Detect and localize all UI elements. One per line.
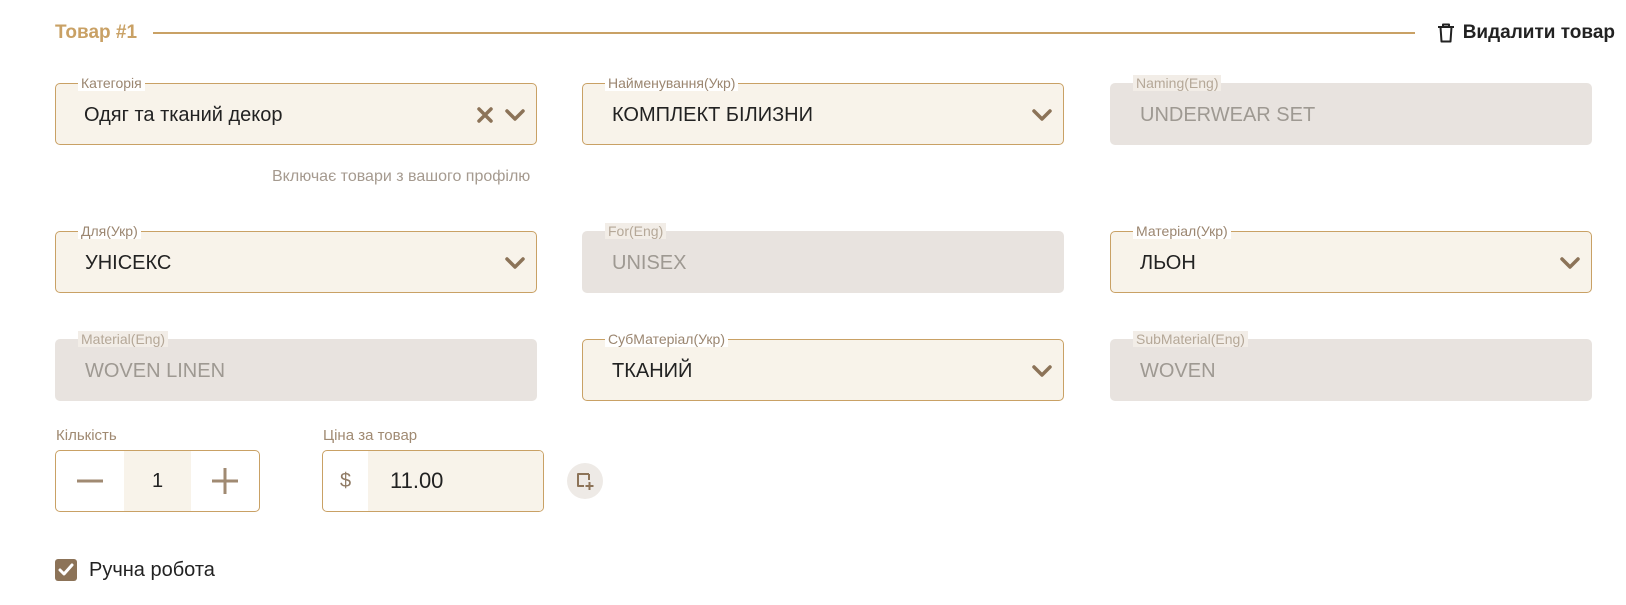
chevron-down-icon[interactable] xyxy=(1031,360,1053,382)
section-divider xyxy=(153,32,1415,34)
price-value[interactable]: 11.00 xyxy=(368,451,543,511)
name-eng-field: Naming(Eng) UNDERWEAR SET xyxy=(1110,75,1592,145)
category-hint: Включає товари з вашого профілю xyxy=(272,168,531,185)
name-eng-value: UNDERWEAR SET xyxy=(1140,104,1316,126)
quantity-stepper: 1 xyxy=(55,450,260,512)
decrement-button[interactable] xyxy=(56,451,124,511)
category-select[interactable]: Категорія Одяг та тканий декор xyxy=(55,75,537,145)
copy-add-icon xyxy=(577,473,594,490)
name-ukr-label: Найменування(Укр) xyxy=(605,75,739,91)
copy-product-button[interactable] xyxy=(567,463,603,499)
price-label: Ціна за товар xyxy=(323,427,418,444)
check-icon xyxy=(58,563,74,576)
name-ukr-value: КОМПЛЕКТ БІЛИЗНИ xyxy=(612,104,813,126)
handmade-checkbox-row[interactable]: Ручна робота xyxy=(55,557,215,583)
for-eng-label: For(Eng) xyxy=(605,223,667,239)
for-ukr-label: Для(Укр) xyxy=(78,223,141,239)
close-icon[interactable] xyxy=(476,106,494,124)
price-input[interactable]: $ 11.00 xyxy=(322,450,544,512)
delete-product-button[interactable]: Видалити товар xyxy=(1437,18,1615,48)
category-value: Одяг та тканий декор xyxy=(84,104,283,126)
material-ukr-value: ЛЬОН xyxy=(1140,252,1196,274)
chevron-down-icon[interactable] xyxy=(1031,104,1053,126)
material-eng-value: WOVEN LINEN xyxy=(85,360,226,382)
submaterial-ukr-label: СубМатеріал(Укр) xyxy=(605,331,728,347)
material-eng-label: Material(Eng) xyxy=(78,331,169,347)
currency-symbol: $ xyxy=(339,469,352,492)
quantity-value[interactable]: 1 xyxy=(124,451,191,511)
minus-icon xyxy=(77,479,103,483)
submaterial-ukr-value: ТКАНИЙ xyxy=(612,360,693,382)
delete-product-label: Видалити товар xyxy=(1462,22,1615,43)
trash-icon xyxy=(1437,23,1454,43)
for-ukr-value: УНІСЕКС xyxy=(85,252,172,274)
material-eng-field: Material(Eng) WOVEN LINEN xyxy=(55,331,537,401)
category-label: Категорія xyxy=(78,75,145,91)
submaterial-eng-value: WOVEN xyxy=(1140,360,1216,382)
product-section-header: Товар #1 Видалити товар xyxy=(55,18,1615,48)
product-title: Товар #1 xyxy=(55,22,138,43)
for-eng-value: UNISEX xyxy=(612,252,687,274)
submaterial-eng-label: SubMaterial(Eng) xyxy=(1133,331,1248,347)
plus-icon xyxy=(212,468,238,494)
quantity-label: Кількість xyxy=(56,427,117,444)
handmade-checkbox[interactable] xyxy=(55,559,77,581)
material-ukr-select[interactable]: Матеріал(Укр) ЛЬОН xyxy=(1110,223,1592,293)
handmade-label: Ручна робота xyxy=(89,558,215,581)
increment-button[interactable] xyxy=(191,451,259,511)
chevron-down-icon[interactable] xyxy=(504,252,526,274)
chevron-down-icon[interactable] xyxy=(504,104,526,126)
material-ukr-label: Матеріал(Укр) xyxy=(1133,223,1231,239)
submaterial-ukr-select[interactable]: СубМатеріал(Укр) ТКАНИЙ xyxy=(582,331,1064,401)
name-ukr-select[interactable]: Найменування(Укр) КОМПЛЕКТ БІЛИЗНИ xyxy=(582,75,1064,145)
name-eng-label: Naming(Eng) xyxy=(1133,75,1222,91)
submaterial-eng-field: SubMaterial(Eng) WOVEN xyxy=(1110,331,1592,401)
for-ukr-select[interactable]: Для(Укр) УНІСЕКС xyxy=(55,223,537,293)
chevron-down-icon[interactable] xyxy=(1559,252,1581,274)
for-eng-field: For(Eng) UNISEX xyxy=(582,223,1064,293)
